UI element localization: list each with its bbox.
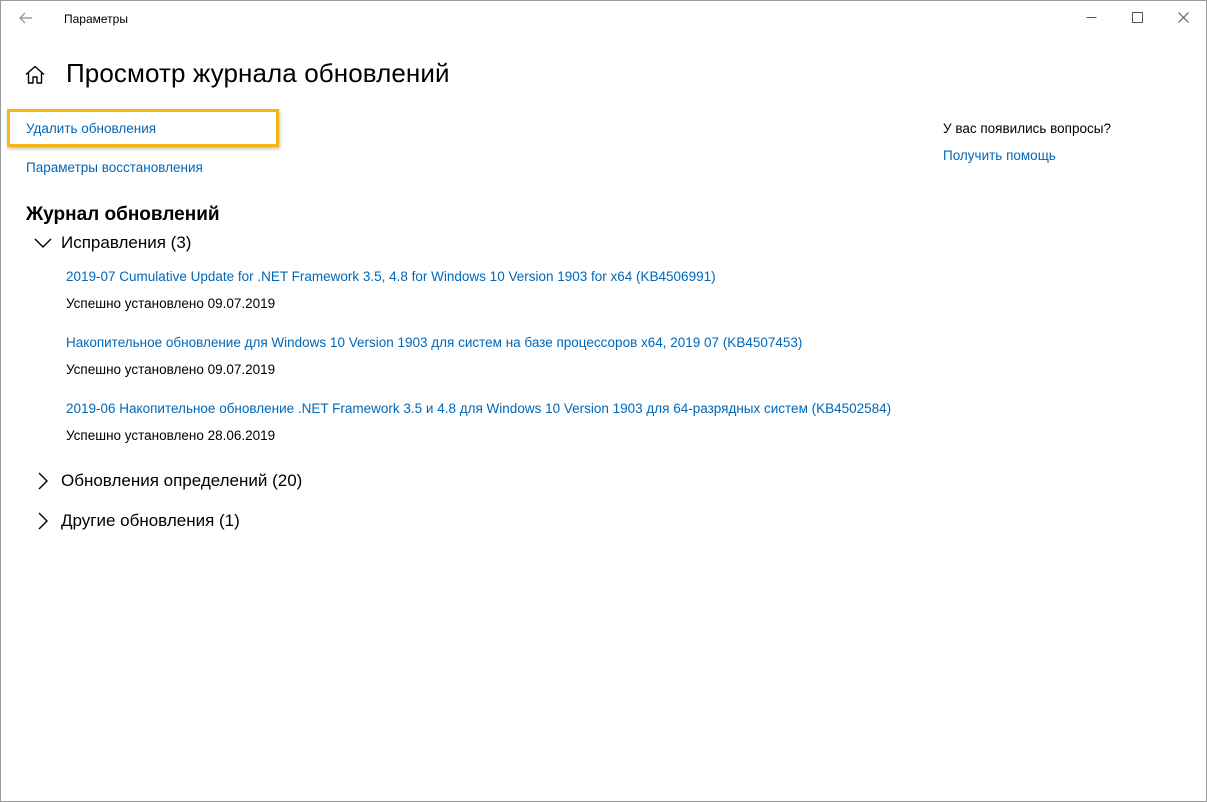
get-help-link[interactable]: Получить помощь xyxy=(943,148,1056,163)
update-link[interactable]: 2019-07 Cumulative Update for .NET Frame… xyxy=(66,269,716,284)
page-title: Просмотр журнала обновлений xyxy=(66,58,450,88)
history-title: Журнал обновлений xyxy=(26,204,220,225)
uninstall-updates-link[interactable]: Удалить обновления xyxy=(26,121,156,136)
title-bar: Параметры xyxy=(1,1,1206,35)
chevron-down-icon xyxy=(33,233,53,253)
chevron-right-icon xyxy=(33,471,53,491)
home-icon xyxy=(25,65,45,84)
close-icon xyxy=(1177,11,1189,23)
group-label: Обновления определений (20) xyxy=(61,471,303,490)
window-controls xyxy=(1068,1,1206,33)
help-question: У вас появились вопросы? xyxy=(943,121,1111,136)
maximize-icon xyxy=(1131,11,1143,23)
maximize-button[interactable] xyxy=(1114,1,1160,33)
home-button[interactable] xyxy=(23,63,47,87)
group-header-definition-updates[interactable]: Обновления определений (20) xyxy=(33,471,302,491)
update-status: Успешно установлено 09.07.2019 xyxy=(66,362,276,377)
window-title: Параметры xyxy=(64,12,128,26)
update-link[interactable]: Накопительное обновление для Windows 10 … xyxy=(66,335,802,350)
group-label: Исправления (3) xyxy=(61,233,192,252)
minimize-icon xyxy=(1086,16,1096,18)
close-button[interactable] xyxy=(1160,1,1206,33)
back-arrow-icon xyxy=(19,12,32,24)
list-item: 2019-06 Накопительное обновление .NET Fr… xyxy=(66,401,891,443)
update-status: Успешно установлено 28.06.2019 xyxy=(66,428,276,443)
list-item: Накопительное обновление для Windows 10 … xyxy=(66,335,802,377)
group-header-other-updates[interactable]: Другие обновления (1) xyxy=(33,511,240,531)
recovery-options-link[interactable]: Параметры восстановления xyxy=(26,160,203,175)
list-item: 2019-07 Cumulative Update for .NET Frame… xyxy=(66,269,716,311)
group-label: Другие обновления (1) xyxy=(61,511,240,530)
group-header-quality-updates[interactable]: Исправления (3) xyxy=(33,233,191,253)
update-status: Успешно установлено 09.07.2019 xyxy=(66,296,276,311)
chevron-right-icon xyxy=(33,511,53,531)
minimize-button[interactable] xyxy=(1068,1,1114,33)
settings-window: Параметры Просмотр журнала обновлений Уд… xyxy=(0,0,1207,802)
back-button[interactable] xyxy=(9,3,43,33)
update-link[interactable]: 2019-06 Накопительное обновление .NET Fr… xyxy=(66,401,891,416)
